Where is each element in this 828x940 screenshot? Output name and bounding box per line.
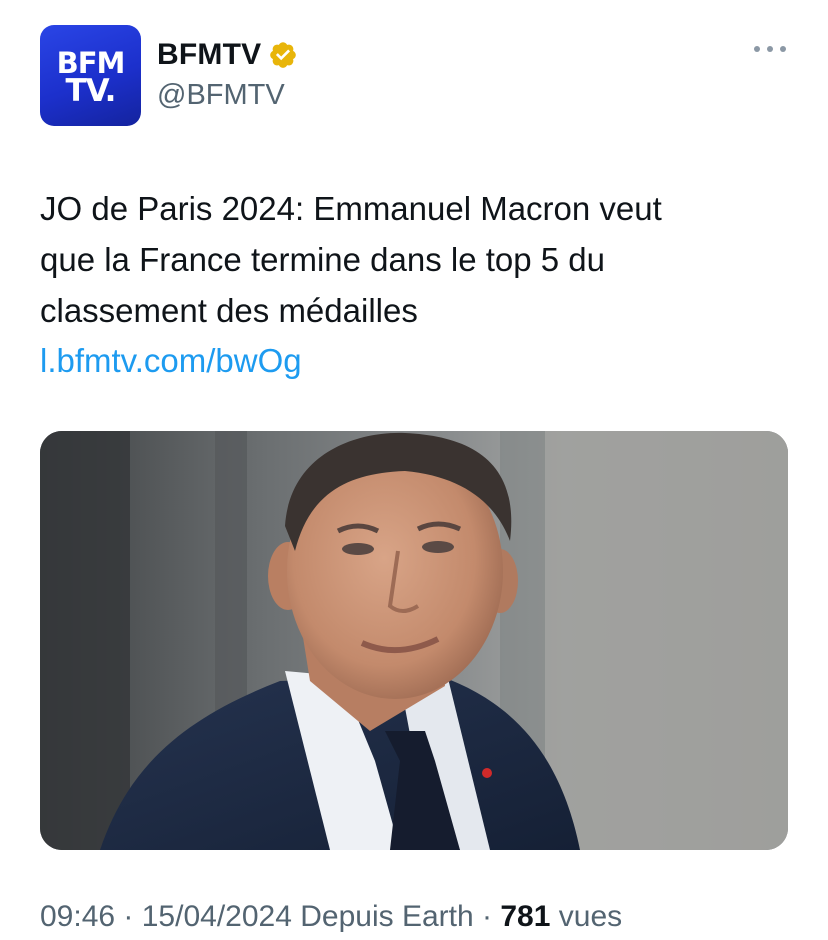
verified-badge-icon	[270, 42, 297, 68]
author-names: BFMTV @BFMTV	[157, 37, 298, 112]
display-name-row: BFMTV	[157, 37, 298, 73]
tweet-time[interactable]: 09:46	[40, 900, 115, 933]
tweet-text: JO de Paris 2024: Emmanuel Macron veut q…	[40, 183, 780, 336]
display-name[interactable]: BFMTV	[157, 38, 261, 72]
more-horizontal-icon-dot	[767, 46, 773, 52]
tweet-source: Depuis Earth	[300, 900, 474, 933]
more-horizontal-icon	[754, 46, 760, 52]
tweet-header: BFM TV. BFMTV @BFMTV	[40, 25, 790, 127]
separator: ·	[115, 900, 142, 933]
tweet-meta: 09:46 · 15/04/2024 Depuis Earth · 781 vu…	[40, 897, 622, 937]
tweet-date[interactable]: 15/04/2024	[142, 900, 292, 933]
views-label: vues	[558, 900, 623, 933]
tweet-text-line: que la France termine dans le top 5 du	[40, 241, 606, 278]
author-handle[interactable]: @BFMTV	[157, 79, 298, 112]
avatar[interactable]: BFM TV.	[40, 25, 141, 126]
article-link[interactable]: l.bfmtv.com/bwOg	[40, 335, 302, 386]
tweet: BFM TV. BFMTV @BFMTV JO de Paris 2024: E…	[0, 0, 828, 940]
tweet-text-line: classement des médailles	[40, 292, 418, 329]
tweet-photo[interactable]	[40, 431, 788, 850]
tweet-text-line: JO de Paris 2024: Emmanuel Macron veut	[40, 190, 662, 227]
separator: ·	[473, 900, 501, 933]
more-horizontal-icon-dot	[780, 46, 786, 52]
photo-portrait	[40, 431, 788, 850]
views-count: 781	[500, 900, 551, 933]
more-options-button[interactable]	[754, 41, 786, 57]
avatar-logo-line-2: TV.	[65, 73, 117, 109]
